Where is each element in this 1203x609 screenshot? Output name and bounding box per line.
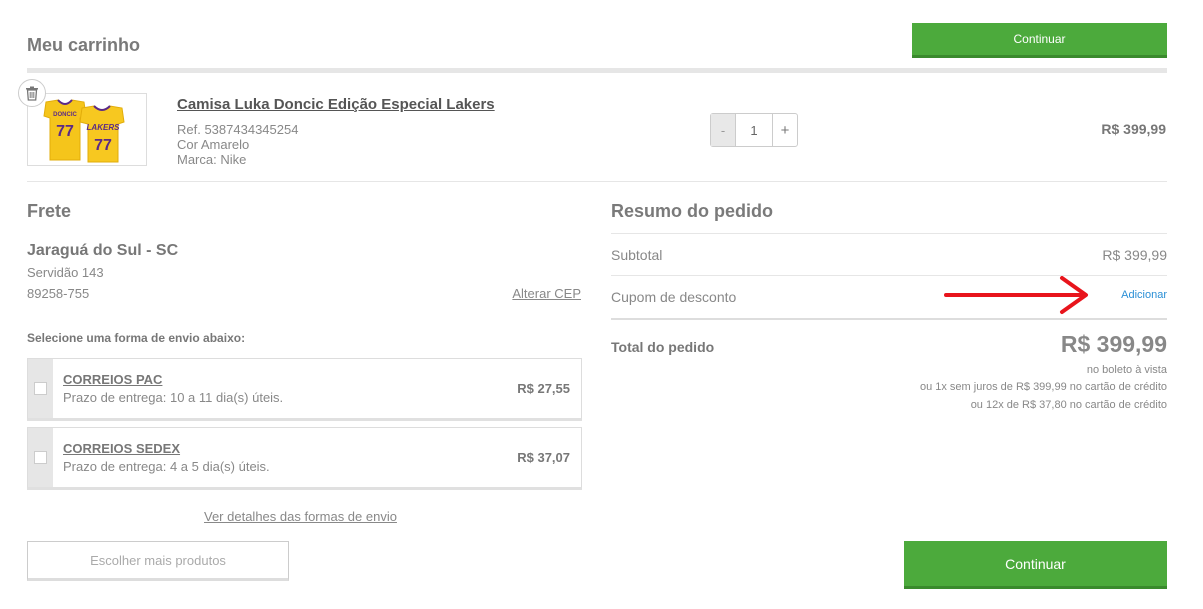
subtotal-value: R$ 399,99 xyxy=(1102,247,1167,263)
product-color: Cor Amarelo xyxy=(177,137,250,152)
shipping-city: Jaraguá do Sul - SC xyxy=(27,242,179,259)
product-meta: Ref. 5387434345254 Cor Amarelo Marca: Ni… xyxy=(177,122,298,167)
product-name-link[interactable]: Camisa Luka Doncic Edição Especial Laker… xyxy=(177,96,495,113)
payment-info-line: ou 1x sem juros de R$ 399,99 no cartão d… xyxy=(919,381,1167,393)
remove-item-button[interactable] xyxy=(18,79,46,107)
item-price: R$ 399,99 xyxy=(1101,121,1166,137)
svg-text:LAKERS: LAKERS xyxy=(87,123,121,132)
shipping-option-name[interactable]: CORREIOS PAC xyxy=(63,372,517,387)
header-divider xyxy=(27,68,1167,73)
shipping-option-deadline: Prazo de entrega: 4 a 5 dia(s) úteis. xyxy=(63,459,270,474)
product-ref: Ref. 5387434345254 xyxy=(177,122,299,137)
payment-info-line: ou 12x de R$ 37,80 no cartão de crédito xyxy=(970,399,1167,411)
divider xyxy=(611,233,1167,234)
shipping-option-deadline: Prazo de entrega: 10 a 11 dia(s) úteis. xyxy=(63,390,284,405)
divider xyxy=(27,181,1167,182)
svg-text:77: 77 xyxy=(56,123,74,140)
choose-more-products-button[interactable]: Escolher mais produtos xyxy=(27,541,289,581)
continue-button-bottom[interactable]: Continuar xyxy=(904,541,1167,589)
order-summary-title: Resumo do pedido xyxy=(611,201,773,221)
subtotal-label: Subtotal xyxy=(611,247,663,263)
page-title: Meu carrinho xyxy=(27,35,141,55)
svg-text:DONCIC: DONCIC xyxy=(53,112,77,118)
payment-info-line: no boleto à vista xyxy=(1086,364,1167,376)
divider xyxy=(611,318,1167,320)
shipping-option-checkbox[interactable] xyxy=(28,428,53,487)
product-brand: Marca: Nike xyxy=(177,152,247,167)
total-value: R$ 399,99 xyxy=(1060,331,1167,357)
quantity-input[interactable]: 1 xyxy=(735,114,773,146)
continue-button-top[interactable]: Continuar xyxy=(912,23,1167,58)
red-arrow-icon xyxy=(944,276,1088,314)
shipping-option-checkbox[interactable] xyxy=(28,359,53,418)
coupon-label: Cupom de desconto xyxy=(611,289,737,305)
shipping-option-sedex[interactable]: CORREIOS SEDEX Prazo de entrega: 4 a 5 d… xyxy=(27,427,582,490)
shipping-details-link[interactable]: Ver detalhes das formas de envio xyxy=(204,509,397,524)
add-coupon-link[interactable]: Adicionar xyxy=(1121,289,1167,301)
shipping-title: Frete xyxy=(27,201,72,221)
product-image[interactable]: DONCIC 77 LAKERS 77 xyxy=(27,93,147,166)
quantity-stepper: - 1 + xyxy=(710,113,798,147)
total-label: Total do pedido xyxy=(611,339,715,355)
shipping-option-price: R$ 27,55 xyxy=(517,381,570,396)
shipping-street: Servidão 143 xyxy=(27,265,104,280)
shipping-option-price: R$ 37,07 xyxy=(517,450,570,465)
shipping-cep: 89258-755 xyxy=(27,286,90,301)
trash-icon xyxy=(26,86,38,101)
change-cep-link[interactable]: Alterar CEP xyxy=(512,286,581,301)
svg-text:77: 77 xyxy=(94,137,112,154)
shipping-option-name[interactable]: CORREIOS SEDEX xyxy=(63,441,517,456)
shipping-select-label: Selecione uma forma de envio abaixo: xyxy=(27,331,246,345)
quantity-increase-button[interactable]: + xyxy=(773,114,797,146)
quantity-decrease-button[interactable]: - xyxy=(711,114,735,146)
jersey-image: DONCIC 77 LAKERS 77 xyxy=(43,98,125,162)
shipping-option-pac[interactable]: CORREIOS PAC Prazo de entrega: 10 a 11 d… xyxy=(27,358,582,421)
